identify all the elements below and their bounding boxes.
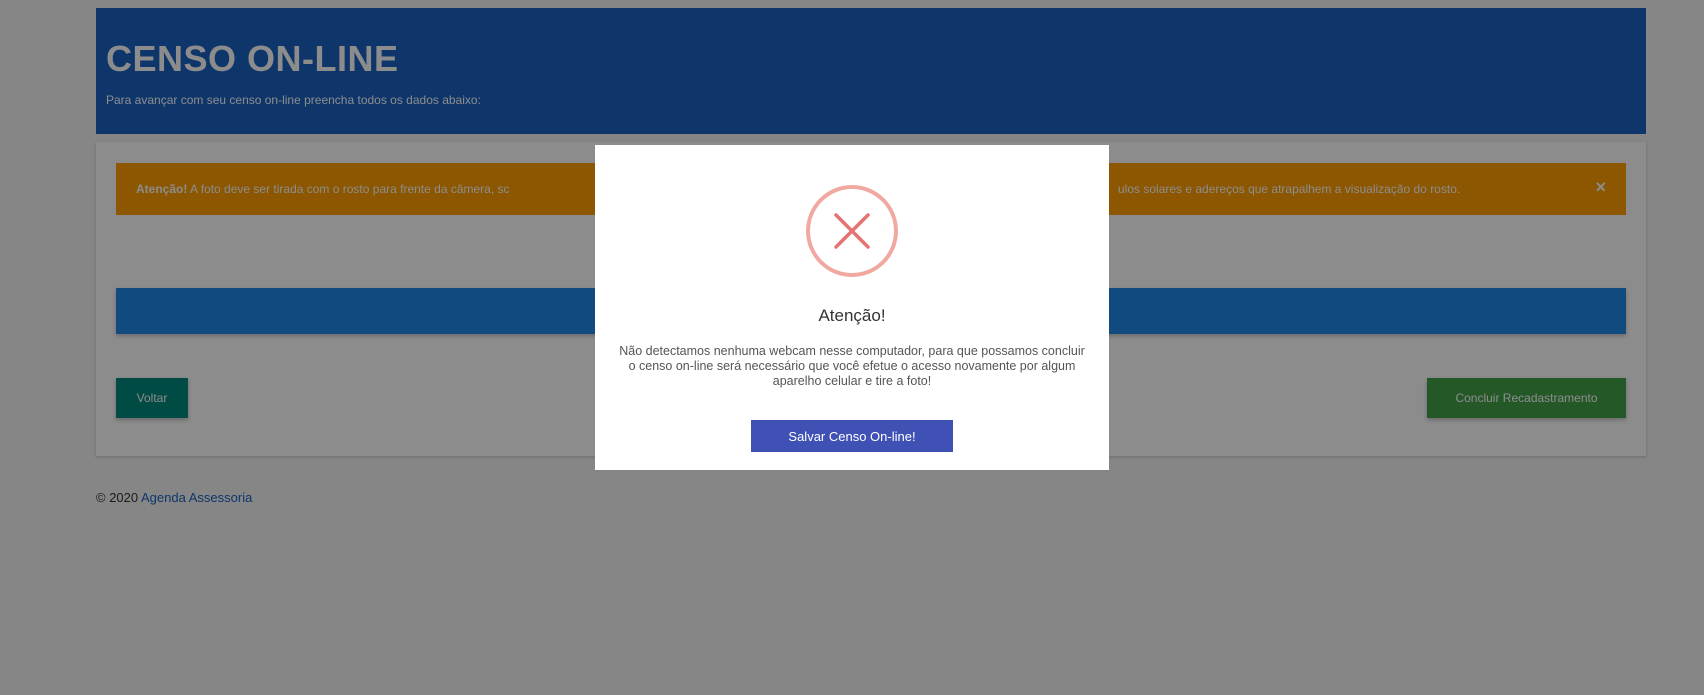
- modal-title: Atenção!: [818, 306, 886, 325]
- error-x-icon: [806, 185, 898, 277]
- save-census-button[interactable]: Salvar Censo On-line!: [751, 420, 953, 452]
- error-modal: Atenção! Não detectamos nenhuma webcam n…: [595, 145, 1109, 470]
- page: CENSO ON-LINE Para avançar com seu censo…: [0, 0, 1704, 695]
- modal-message: Não detectamos nenhuma webcam nesse comp…: [619, 344, 1085, 388]
